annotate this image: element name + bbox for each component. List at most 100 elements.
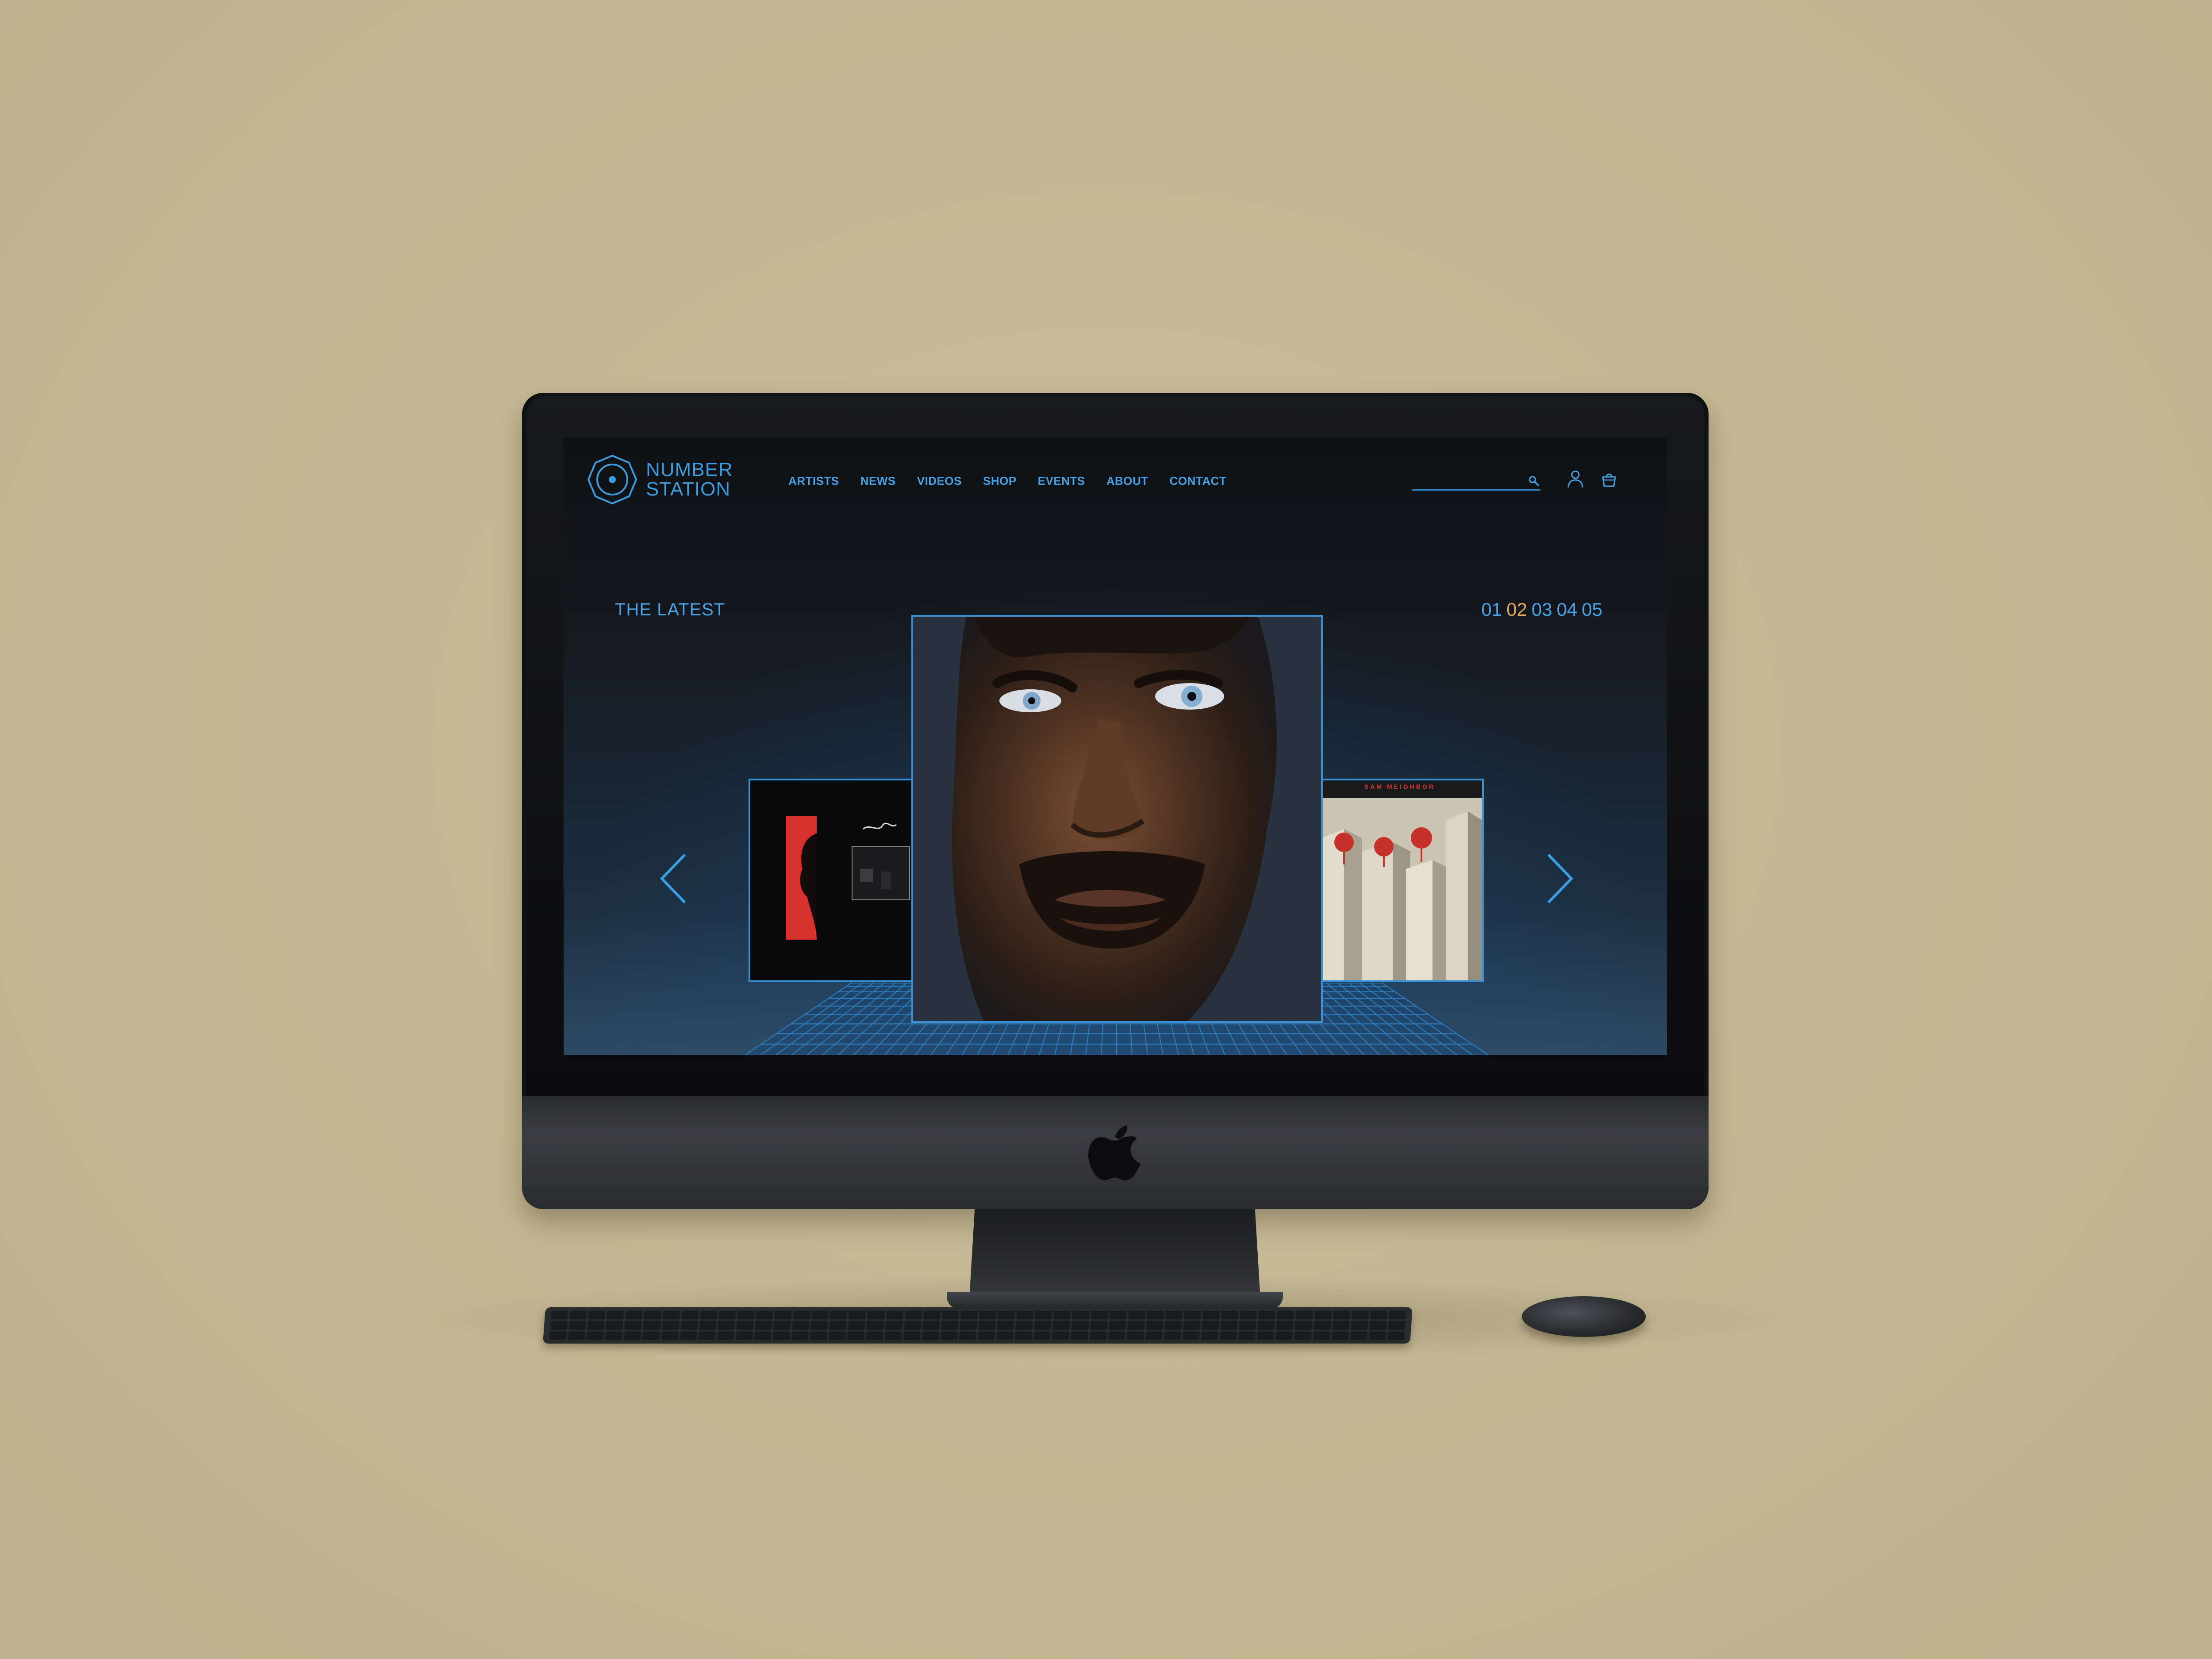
keyboard-key <box>1165 1311 1183 1320</box>
keyboard-key <box>885 1321 903 1330</box>
keyboard-key <box>1182 1331 1200 1340</box>
keyboard-key <box>1220 1321 1238 1330</box>
keyboard-key <box>884 1331 902 1340</box>
keyboard-key <box>1164 1331 1181 1340</box>
brand-name-line2: STATION <box>646 478 731 500</box>
pager-item-02-active[interactable]: 02 <box>1506 599 1527 620</box>
keyboard-key <box>903 1321 922 1330</box>
keyboard-key <box>1295 1311 1313 1320</box>
keyboard-key <box>922 1331 939 1340</box>
keyboard-key <box>1016 1311 1034 1320</box>
search-icon[interactable] <box>1528 475 1540 487</box>
keyboard-key <box>1258 1311 1276 1320</box>
search-input[interactable] <box>1412 473 1520 488</box>
user-icon[interactable] <box>1567 470 1584 488</box>
keyboard-key <box>625 1311 643 1320</box>
keyboard-key <box>903 1331 921 1340</box>
keyboard-key <box>550 1321 568 1330</box>
nav-videos[interactable]: VIDEOS <box>917 474 962 488</box>
keyboard-key <box>1202 1321 1219 1330</box>
keyboard-key <box>1388 1321 1406 1330</box>
nav-news[interactable]: NEWS <box>860 474 896 488</box>
keyboard-key <box>661 1321 680 1330</box>
keyboard-key <box>866 1321 884 1330</box>
album-title-right: SAM MEIGHBOR <box>1364 783 1435 790</box>
keyboard-key <box>1072 1311 1090 1320</box>
keyboard-key <box>1071 1321 1089 1330</box>
pager-item-05[interactable]: 05 <box>1582 599 1602 620</box>
keyboard-key <box>941 1321 959 1330</box>
keyboard-key <box>1333 1311 1351 1320</box>
keyboard-key <box>1294 1331 1312 1340</box>
nav-contact[interactable]: CONTACT <box>1170 474 1227 488</box>
keyboard-key <box>1238 1331 1256 1340</box>
keyboard-key <box>1052 1331 1070 1340</box>
keyboard-key <box>549 1331 567 1340</box>
keyboard-key <box>996 1331 1014 1340</box>
keyboard-key <box>1351 1321 1368 1330</box>
nav-artists[interactable]: ARTISTS <box>788 474 839 488</box>
keyboard-key <box>1240 1311 1257 1320</box>
keyboard-key <box>1145 1331 1163 1340</box>
website-screen: NUMBER STATION ARTISTS NEWS VIDEOS SHOP … <box>564 438 1667 1055</box>
pager-item-01[interactable]: 01 <box>1481 599 1502 620</box>
keyboard-key <box>1276 1321 1294 1330</box>
keyboard-key <box>1034 1321 1052 1330</box>
keyboard-key <box>1275 1331 1293 1340</box>
keyboard-key <box>792 1321 810 1330</box>
keyboard-key <box>960 1321 977 1330</box>
keyboard-key <box>662 1311 680 1320</box>
keyboard-key <box>1052 1321 1071 1330</box>
keyboard-key <box>1221 1311 1239 1320</box>
keyboard-key <box>979 1311 997 1320</box>
keyboard-key <box>1387 1331 1405 1340</box>
album-art-right <box>1317 780 1482 980</box>
keyboard-key <box>1090 1321 1108 1330</box>
search-bar <box>1412 473 1540 491</box>
keyboard-key <box>1350 1331 1367 1340</box>
keyboard-key <box>588 1311 606 1320</box>
keyboard-key <box>1035 1311 1052 1320</box>
shopping-bag-icon[interactable] <box>1601 472 1617 488</box>
keyboard-key <box>959 1331 977 1340</box>
keyboard-key <box>849 1311 866 1320</box>
keyboard-key <box>1053 1311 1071 1320</box>
carousel-prev-chevron-left-icon[interactable] <box>658 852 689 905</box>
keyboard <box>543 1307 1413 1344</box>
keyboard-key <box>642 1331 660 1340</box>
keyboard-key <box>1071 1331 1088 1340</box>
carousel-card-right[interactable]: SAM MEIGHBOR <box>1316 779 1484 982</box>
keyboard-key <box>1146 1311 1164 1320</box>
keyboard-key <box>886 1311 903 1320</box>
pager-item-04[interactable]: 04 <box>1557 599 1578 620</box>
keyboard-key <box>1183 1311 1202 1320</box>
keyboard-key <box>1108 1331 1125 1340</box>
keyboard-key <box>940 1331 958 1340</box>
keyboard-key <box>661 1331 679 1340</box>
brand-logo-link[interactable]: NUMBER STATION <box>588 455 733 504</box>
nav-events[interactable]: EVENTS <box>1038 474 1085 488</box>
nav-shop[interactable]: SHOP <box>983 474 1017 488</box>
album-art-left <box>750 780 915 980</box>
carousel-card-center-featured[interactable] <box>911 615 1323 1023</box>
keyboard-key <box>643 1321 661 1330</box>
keyboard-key <box>569 1311 587 1320</box>
brand-name: NUMBER STATION <box>646 460 733 499</box>
keyboard-key <box>1127 1321 1145 1330</box>
pager-item-03[interactable]: 03 <box>1532 599 1552 620</box>
keyboard-key <box>1369 1321 1387 1330</box>
magic-mouse <box>1522 1296 1646 1337</box>
keyboard-key <box>1313 1331 1330 1340</box>
keyboard-key <box>736 1321 754 1330</box>
keyboard-key <box>1033 1331 1051 1340</box>
carousel-next-chevron-right-icon[interactable] <box>1544 852 1575 905</box>
keyboard-key <box>1202 1311 1220 1320</box>
keyboard-key <box>1089 1331 1107 1340</box>
keyboard-key <box>1332 1321 1350 1330</box>
keyboard-key <box>960 1311 978 1320</box>
slide-pager: 01 02 03 04 05 <box>1481 599 1602 620</box>
keyboard-key <box>810 1321 828 1330</box>
carousel-card-left[interactable] <box>749 779 917 982</box>
nav-about[interactable]: ABOUT <box>1106 474 1148 488</box>
keyboard-key <box>680 1331 697 1340</box>
